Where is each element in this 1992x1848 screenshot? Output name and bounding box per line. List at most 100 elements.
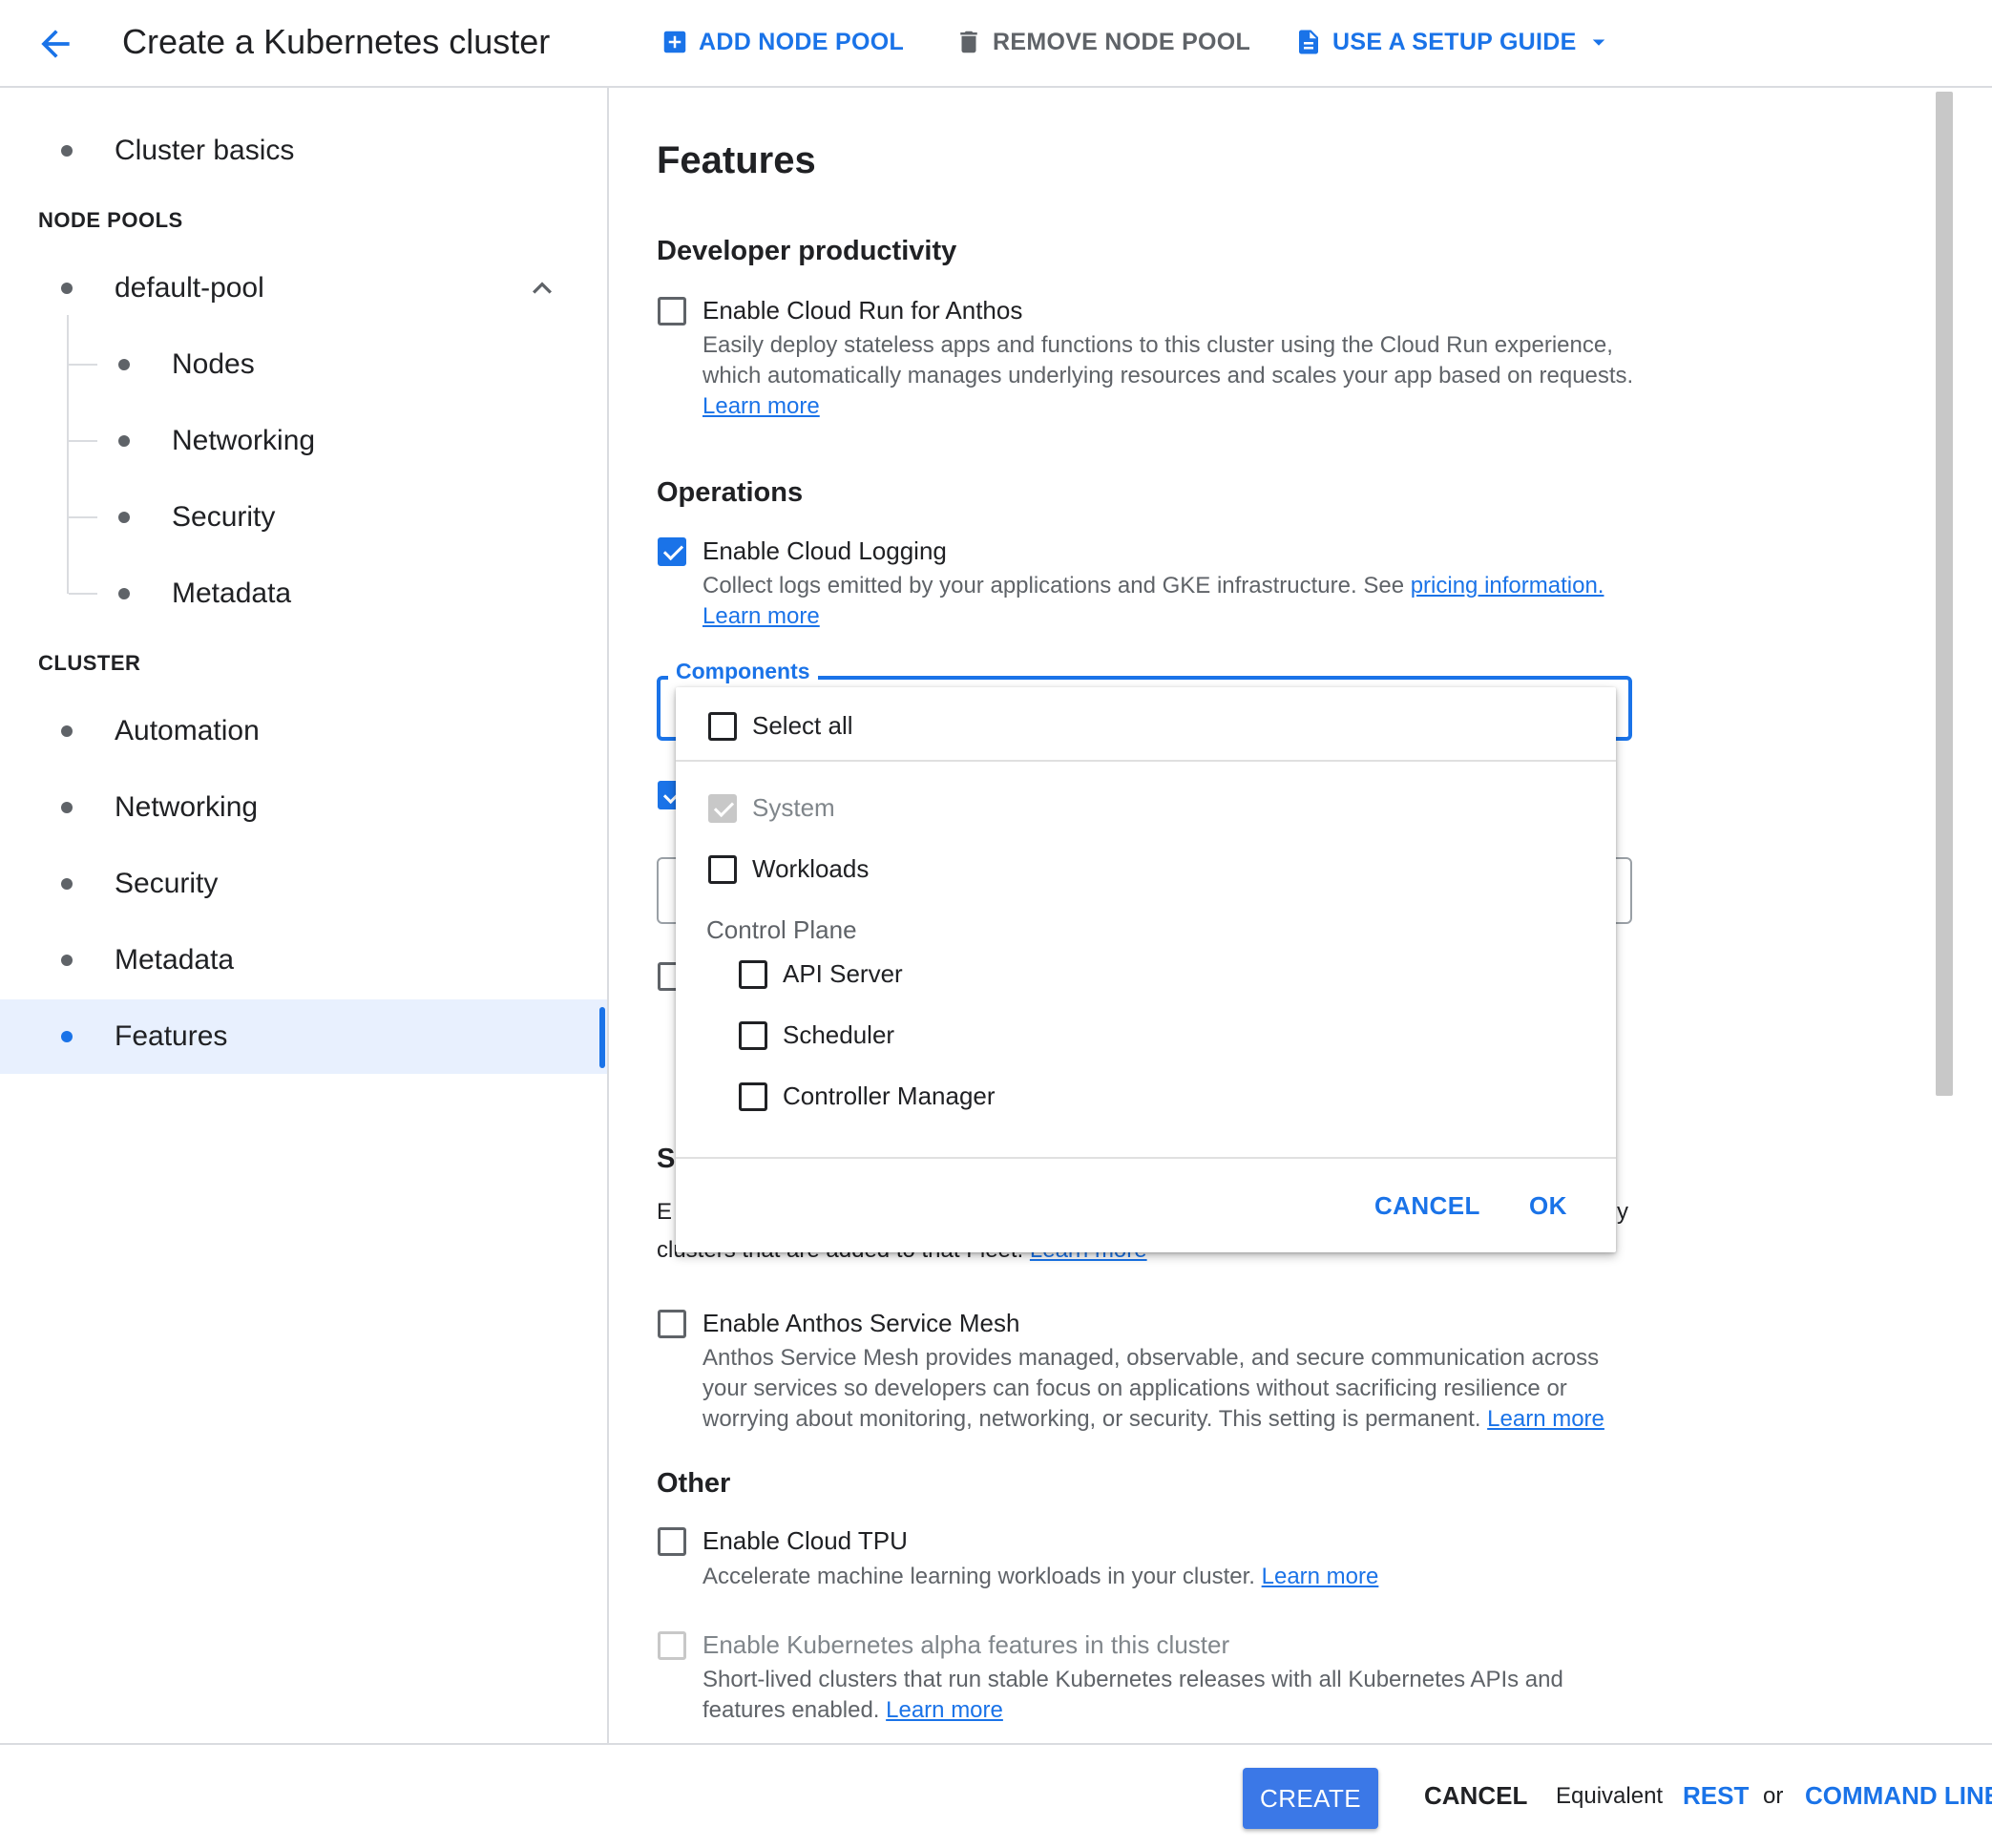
cancel-button[interactable]: CANCEL (1424, 1781, 1527, 1811)
description-line: Short-lived clusters that run stable Kub… (702, 1667, 1563, 1692)
scheduler-checkbox[interactable] (739, 1021, 767, 1050)
sidebar-item-automation[interactable]: Automation (0, 694, 607, 768)
description-line: your services so developers can focus on… (702, 1376, 1567, 1401)
cloud-tpu-learn-more-link[interactable]: Learn more (1262, 1564, 1379, 1589)
anthos-service-mesh-label: Enable Anthos Service Mesh (702, 1309, 1020, 1337)
cloud-logging-learn-more-link[interactable]: Learn more (702, 603, 820, 629)
sidebar-item-pool-security[interactable]: Security (0, 480, 607, 555)
description-line: Anthos Service Mesh provides managed, ob… (702, 1345, 1600, 1371)
api-server-checkbox[interactable] (739, 960, 767, 989)
add-node-pool-label: ADD NODE POOL (699, 28, 905, 55)
remove-node-pool-button[interactable]: REMOVE NODE POOL (954, 21, 1250, 63)
bullet-icon (118, 588, 130, 599)
dropdown-ok-button[interactable]: OK (1529, 1191, 1567, 1221)
setup-guide-button[interactable]: USE A SETUP GUIDE (1294, 21, 1613, 63)
select-all-checkbox[interactable] (708, 712, 737, 741)
cloud-run-checkbox[interactable] (658, 297, 686, 326)
components-field-label: Components (668, 659, 818, 684)
controller-manager-label[interactable]: Controller Manager (783, 1082, 996, 1111)
description-line: Accelerate machine learning workloads in… (702, 1564, 1262, 1589)
sidebar-item-label: Automation (115, 715, 260, 746)
system-checkbox (708, 794, 737, 823)
anthos-service-mesh-description: Anthos Service Mesh provides managed, ob… (702, 1343, 1657, 1435)
bullet-icon (61, 955, 73, 966)
bullet-icon (61, 878, 73, 890)
bullet-icon (118, 435, 130, 447)
alpha-features-checkbox[interactable] (658, 1631, 686, 1660)
anthos-service-mesh-checkbox[interactable] (658, 1310, 686, 1338)
obscured-text-fragment: E (657, 1199, 673, 1225)
description-line: worrying about monitoring, networking, o… (702, 1406, 1488, 1432)
dropdown-divider (676, 1157, 1616, 1159)
sidebar-item-pool-networking[interactable]: Networking (0, 404, 607, 478)
remove-node-pool-label: REMOVE NODE POOL (993, 28, 1251, 55)
setup-guide-label: USE A SETUP GUIDE (1332, 28, 1577, 55)
cloud-run-label: Enable Cloud Run for Anthos (702, 296, 1023, 325)
control-plane-group-label: Control Plane (706, 915, 857, 944)
description-line: features enabled. (702, 1697, 887, 1723)
alpha-learn-more-link[interactable]: Learn more (886, 1697, 1003, 1723)
workloads-label[interactable]: Workloads (752, 854, 869, 884)
sidebar-item-label: Security (115, 868, 219, 899)
sidebar-item-pool-nodes[interactable]: Nodes (0, 327, 607, 402)
equivalent-text: Equivalent (1556, 1783, 1664, 1809)
cloud-logging-description: Collect logs emitted by your application… (702, 571, 1657, 632)
description-line: Collect logs emitted by your application… (702, 573, 1411, 598)
sidebar-item-label: default-pool (115, 272, 264, 304)
sidebar-item-metadata[interactable]: Metadata (0, 923, 607, 998)
bullet-icon (61, 802, 73, 813)
scheduler-label[interactable]: Scheduler (783, 1020, 894, 1050)
sidebar-item-cluster-basics[interactable]: Cluster basics (0, 114, 607, 188)
document-icon (1299, 30, 1318, 54)
cloud-logging-label: Enable Cloud Logging (702, 536, 947, 565)
operations-heading: Operations (657, 477, 804, 508)
description-line: which automatically manages underlying r… (702, 363, 1634, 388)
node-pools-section-label: NODE POOLS (38, 208, 183, 232)
bullet-icon (61, 145, 73, 157)
sidebar-item-features[interactable]: Features (0, 999, 607, 1074)
controller-manager-checkbox[interactable] (739, 1082, 767, 1111)
sidebar-item-security[interactable]: Security (0, 847, 607, 921)
other-heading: Other (657, 1468, 731, 1499)
sidebar-item-label: Nodes (172, 348, 255, 380)
cloud-run-learn-more-link[interactable]: Learn more (702, 393, 820, 419)
cloud-tpu-description: Accelerate machine learning workloads in… (702, 1562, 1657, 1592)
caret-down-icon (1592, 39, 1604, 46)
rest-link[interactable]: REST (1683, 1781, 1749, 1811)
bullet-icon (118, 512, 130, 523)
create-button[interactable]: CREATE (1243, 1768, 1378, 1829)
sidebar-item-pool-metadata[interactable]: Metadata (0, 556, 607, 631)
page-section-title: Features (657, 139, 816, 181)
cluster-section-label: CLUSTER (38, 651, 141, 675)
trash-icon (960, 31, 977, 53)
sidebar-item-label: Cluster basics (115, 135, 295, 166)
sidebar-item-default-pool[interactable]: default-pool (0, 251, 607, 326)
select-all-label[interactable]: Select all (752, 711, 853, 741)
cloud-logging-checkbox[interactable] (658, 537, 686, 566)
sidebar-item-networking[interactable]: Networking (0, 770, 607, 845)
or-text: or (1763, 1783, 1784, 1809)
api-server-label[interactable]: API Server (783, 959, 903, 989)
description-line: Easily deploy stateless apps and functio… (702, 332, 1613, 358)
service-mesh-learn-more-link[interactable]: Learn more (1487, 1406, 1604, 1432)
system-label: System (752, 793, 835, 822)
dropdown-cancel-button[interactable]: CANCEL (1374, 1191, 1480, 1221)
command-line-link[interactable]: COMMAND LINE (1805, 1781, 1992, 1811)
alpha-features-label: Enable Kubernetes alpha features in this… (702, 1630, 1230, 1659)
bullet-icon (61, 1031, 73, 1042)
page-title: Create a Kubernetes cluster (122, 22, 551, 61)
add-node-pool-button[interactable]: ADD NODE POOL (661, 21, 904, 63)
obscured-text-fragment: y (1617, 1199, 1628, 1225)
sidebar-item-label: Security (172, 501, 276, 533)
bullet-icon (118, 359, 130, 370)
dropdown-divider (676, 760, 1616, 762)
back-arrow-icon[interactable] (34, 23, 76, 65)
cloud-tpu-checkbox[interactable] (658, 1527, 686, 1556)
pricing-information-link[interactable]: pricing information. (1411, 573, 1604, 598)
cloud-run-description: Easily deploy stateless apps and functio… (702, 330, 1657, 422)
developer-productivity-heading: Developer productivity (657, 236, 957, 266)
workloads-checkbox[interactable] (708, 855, 737, 884)
vertical-scrollbar[interactable] (1936, 92, 1953, 1096)
chevron-up-icon[interactable] (523, 269, 561, 307)
sidebar-item-label: Metadata (172, 578, 292, 609)
